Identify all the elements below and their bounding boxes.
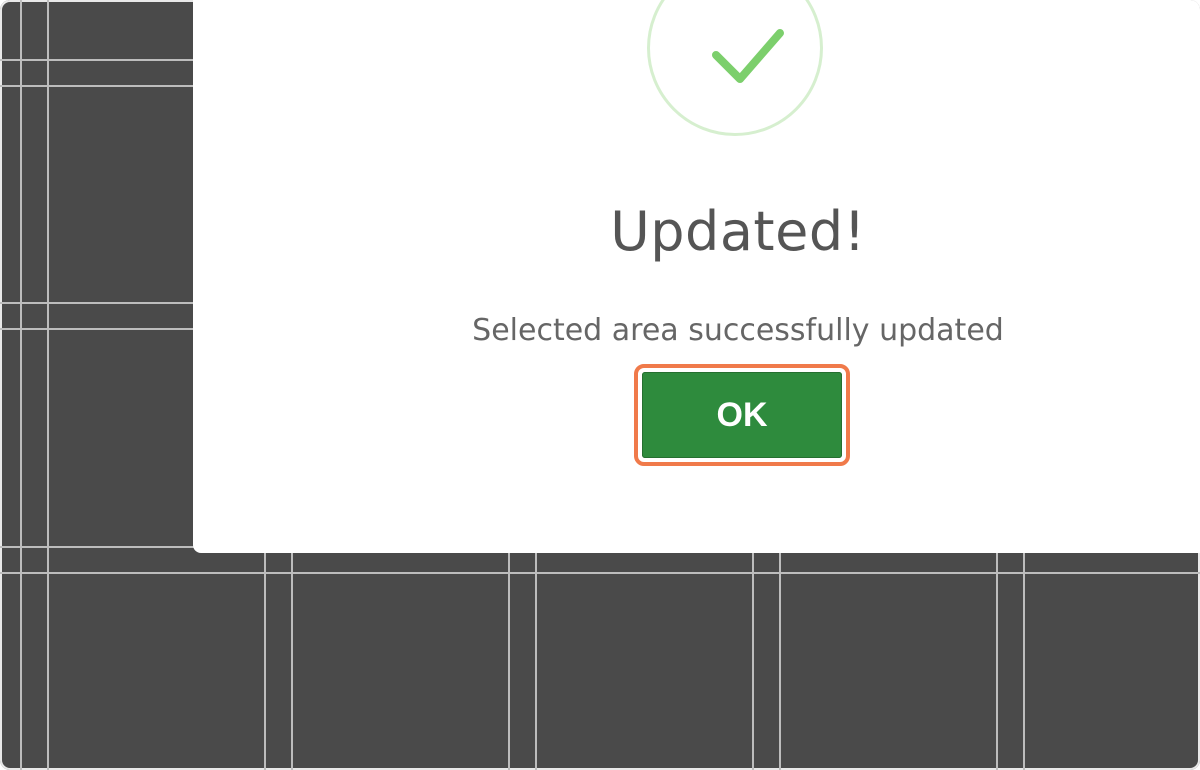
ok-button-label[interactable]: OK bbox=[642, 372, 842, 458]
grid-line bbox=[20, 0, 22, 770]
dialog-title: Updated! bbox=[610, 200, 866, 263]
checkmark-icon bbox=[712, 29, 784, 83]
app-viewport: Updated! Selected area successfully upda… bbox=[0, 0, 1200, 770]
grid-line bbox=[47, 0, 49, 770]
ok-button[interactable]: OK bbox=[634, 364, 850, 466]
grid-line bbox=[0, 572, 1200, 574]
success-dialog: Updated! Selected area successfully upda… bbox=[193, 0, 1200, 553]
dialog-message: Selected area successfully updated bbox=[472, 313, 1004, 348]
checkmark-icon bbox=[647, 0, 823, 136]
